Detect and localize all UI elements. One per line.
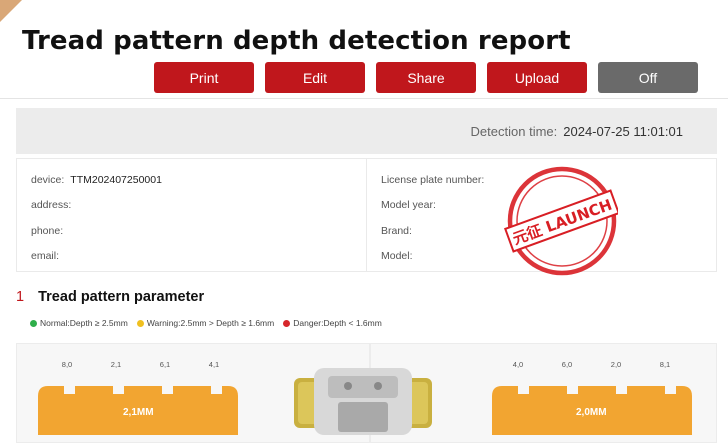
tread-depth-label: 8,1: [659, 360, 671, 369]
legend-danger: Danger:Depth < 1.6mm: [283, 318, 382, 328]
edit-button[interactable]: Edit: [265, 62, 365, 93]
detection-time-bar: Detection time: 2024-07-25 11:01:01: [16, 108, 717, 154]
tread-depth-label: 6,0: [561, 360, 573, 369]
info-table: device: TTM202407250001 address: phone: …: [16, 158, 717, 276]
status-dot-icon: [30, 319, 37, 327]
info-right-column: License plate number: Model year: Brand:…: [367, 159, 716, 276]
legend-normal: Normal:Depth ≥ 2.5mm: [30, 318, 128, 328]
tread-value-right: 2,0MM: [576, 407, 607, 418]
detection-time-value: 2024-07-25 11:01:01: [563, 123, 683, 139]
share-button[interactable]: Share: [376, 62, 476, 93]
car-topview-icon: [294, 368, 432, 435]
tread-depth-label: 4,1: [208, 360, 220, 369]
tread-depth-label: 2,0: [610, 360, 622, 369]
page-title: Tread pattern depth detection report: [22, 26, 571, 56]
tread-depth-label: 4,0: [512, 360, 524, 369]
divider: [0, 98, 728, 99]
tread-depth-label: 6,1: [159, 360, 171, 369]
legend-warning: Warning:2.5mm > Depth ≥ 1.6mm: [136, 318, 274, 328]
info-row-address: address:: [31, 193, 352, 219]
toolbar: Print Edit Share Upload Off: [154, 62, 698, 93]
section-title: 1 Tread pattern parameter: [16, 289, 204, 305]
corner-accent: [0, 0, 22, 22]
status-dot-icon: [283, 319, 291, 327]
info-label: phone:: [31, 224, 64, 237]
info-row-device: device: TTM202407250001: [31, 167, 352, 193]
legend: Normal:Depth ≥ 2.5mm Warning:2.5mm > Dep…: [30, 318, 388, 328]
tread-value-left: 2,1MM: [123, 407, 154, 418]
info-label: email:: [31, 250, 60, 263]
off-button[interactable]: Off: [598, 62, 698, 93]
print-button[interactable]: Print: [154, 62, 254, 93]
info-label: Brand:: [381, 224, 412, 237]
info-label: address:: [31, 199, 72, 212]
status-dot-icon: [136, 319, 144, 327]
tread-depth-label: 2,1: [110, 360, 122, 369]
detection-time-label: Detection time:: [470, 123, 558, 139]
info-label: Model year:: [381, 199, 436, 212]
info-label: Model:: [381, 250, 413, 263]
tread-depth-label: 8,0: [61, 360, 73, 369]
info-label: device:: [31, 173, 65, 186]
upload-button[interactable]: Upload: [487, 62, 587, 93]
launch-stamp-logo: 元征 LAUNCH: [504, 166, 618, 276]
section-title-text: Tread pattern parameter: [38, 289, 205, 305]
info-value: TTM202407250001: [70, 173, 162, 186]
info-row-phone: phone:: [31, 218, 352, 244]
section-number: 1: [16, 289, 25, 305]
info-label: License plate number:: [381, 173, 485, 186]
info-row-email: email:: [31, 244, 352, 270]
info-left-column: device: TTM202407250001 address: phone: …: [17, 159, 367, 271]
